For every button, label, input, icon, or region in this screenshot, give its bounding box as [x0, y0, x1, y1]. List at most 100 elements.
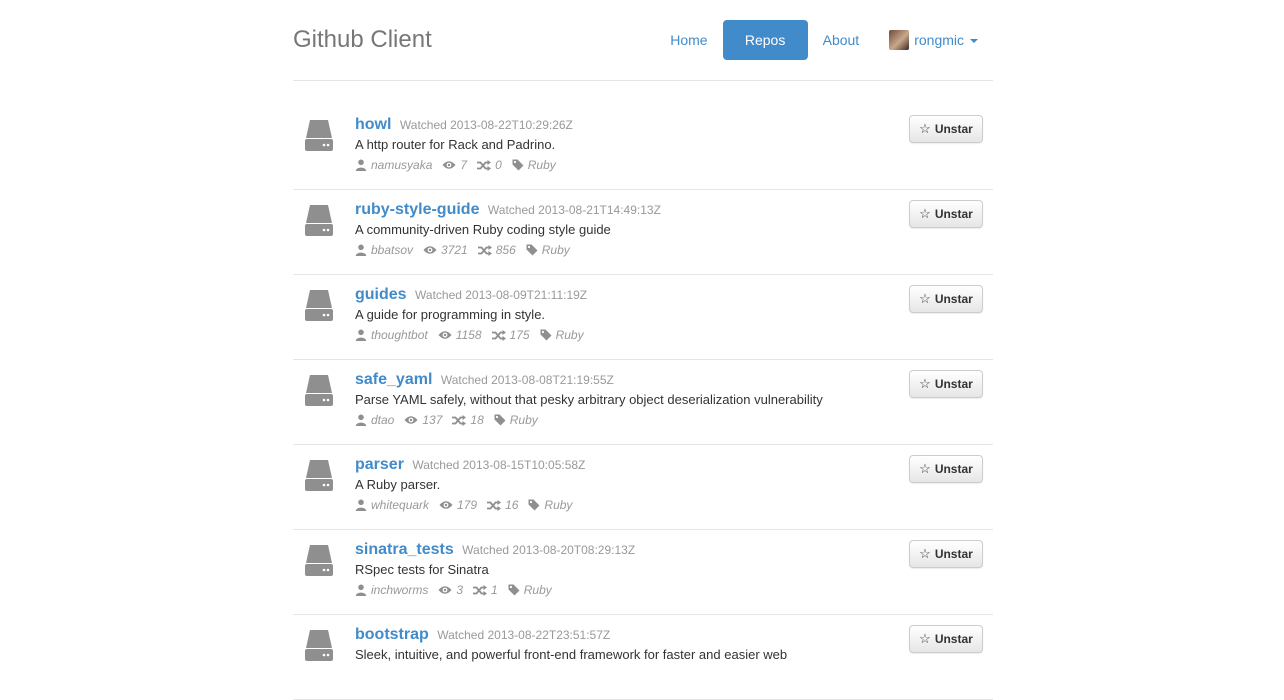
- repo-description: Parse YAML safely, without that pesky ar…: [355, 392, 823, 407]
- unstar-button[interactable]: ☆ Unstar: [909, 115, 983, 143]
- eye-icon: [438, 586, 452, 594]
- main-nav: Home Repos About rongmic: [655, 20, 993, 60]
- repo-owner[interactable]: inchworms: [371, 582, 428, 598]
- repo-title-line: parser Watched 2013-08-15T10:05:58Z: [355, 455, 885, 475]
- repo-language[interactable]: Ruby: [544, 497, 572, 513]
- repo-language[interactable]: Ruby: [556, 327, 584, 343]
- hdd-icon: [305, 290, 333, 321]
- forks-count: 0: [495, 158, 502, 172]
- repo-meta: bbatsov 3721 856 Ruby: [355, 242, 885, 258]
- owner-meta: dtao: [355, 412, 394, 428]
- repo-meta: namusyaka 7 0 Ruby: [355, 157, 885, 173]
- repo-owner[interactable]: bbatsov: [371, 242, 413, 258]
- eye-icon: [404, 416, 418, 424]
- repo-language[interactable]: Ruby: [510, 412, 538, 428]
- unstar-button[interactable]: ☆ Unstar: [909, 285, 983, 313]
- star-icon: ☆: [919, 121, 931, 136]
- caret-down-icon: [970, 39, 978, 43]
- language-meta: Ruby: [540, 327, 584, 343]
- star-icon: ☆: [919, 206, 931, 221]
- repo-owner[interactable]: whitequark: [371, 497, 429, 513]
- tag-icon: [526, 244, 538, 256]
- repo-language[interactable]: Ruby: [524, 582, 552, 598]
- unstar-label: Unstar: [934, 122, 973, 136]
- hdd-icon: [305, 120, 333, 151]
- repo-item: safe_yaml Watched 2013-08-08T21:19:55Z P…: [293, 360, 993, 445]
- language-meta: Ruby: [526, 242, 570, 258]
- star-icon: ☆: [919, 461, 931, 476]
- repo-name-link[interactable]: bootstrap: [355, 626, 429, 643]
- forks-count: 175: [509, 328, 530, 342]
- repo-owner[interactable]: dtao: [371, 412, 394, 428]
- repo-item: guides Watched 2013-08-09T21:11:19Z A gu…: [293, 275, 993, 360]
- shuffle-icon: [473, 584, 488, 596]
- repo-title-line: guides Watched 2013-08-09T21:11:19Z: [355, 285, 885, 305]
- unstar-label: Unstar: [934, 547, 973, 561]
- watchers-count: 137: [422, 413, 443, 427]
- watchers-meta: 137: [404, 412, 442, 428]
- repo-owner[interactable]: namusyaka: [371, 157, 432, 173]
- unstar-button[interactable]: ☆ Unstar: [909, 455, 983, 483]
- repo-title-line: ruby-style-guide Watched 2013-08-21T14:4…: [355, 200, 885, 220]
- repo-item: ruby-style-guide Watched 2013-08-21T14:4…: [293, 190, 993, 275]
- watchers-meta: 1158: [438, 327, 482, 343]
- shuffle-icon: [491, 329, 506, 341]
- user-name: rongmic: [914, 32, 964, 48]
- unstar-button[interactable]: ☆ Unstar: [909, 625, 983, 653]
- language-meta: Ruby: [512, 157, 556, 173]
- repo-meta: inchworms 3 1 Ruby: [355, 582, 885, 598]
- repo-body: guides Watched 2013-08-09T21:11:19Z A gu…: [355, 285, 885, 343]
- watched-timestamp: Watched 2013-08-08T21:19:55Z: [440, 373, 614, 387]
- page-container: Github Client Home Repos About rongmic h…: [293, 0, 993, 700]
- repo-language[interactable]: Ruby: [542, 242, 570, 258]
- repo-title-line: bootstrap Watched 2013-08-22T23:51:57Z: [355, 625, 885, 645]
- app-title[interactable]: Github Client: [293, 26, 432, 54]
- unstar-button[interactable]: ☆ Unstar: [909, 200, 983, 228]
- repo-name-link[interactable]: safe_yaml: [355, 371, 432, 388]
- watchers-meta: 3721: [423, 242, 468, 258]
- unstar-label: Unstar: [934, 207, 973, 221]
- user-icon: [355, 329, 367, 341]
- unstar-button[interactable]: ☆ Unstar: [909, 370, 983, 398]
- owner-meta: bbatsov: [355, 242, 413, 258]
- hdd-icon: [305, 205, 333, 236]
- forks-count: 16: [505, 498, 519, 512]
- star-icon: ☆: [919, 291, 931, 306]
- forks-meta: 1: [473, 582, 498, 598]
- repo-description: A guide for programming in style.: [355, 307, 546, 322]
- user-menu[interactable]: rongmic: [874, 20, 993, 60]
- user-icon: [355, 499, 367, 511]
- watched-timestamp: Watched 2013-08-09T21:11:19Z: [415, 288, 588, 302]
- repo-body: parser Watched 2013-08-15T10:05:58Z A Ru…: [355, 455, 885, 513]
- watchers-meta: 7: [442, 157, 467, 173]
- repo-meta: thoughtbot 1158 175 Ruby: [355, 327, 885, 343]
- repo-owner[interactable]: thoughtbot: [371, 327, 428, 343]
- nav-home[interactable]: Home: [655, 20, 722, 60]
- forks-count: 856: [495, 243, 516, 257]
- repo-body: howl Watched 2013-08-22T10:29:26Z A http…: [355, 115, 885, 173]
- hdd-icon: [305, 375, 333, 406]
- forks-count: 18: [470, 413, 484, 427]
- repo-name-link[interactable]: guides: [355, 286, 407, 303]
- star-icon: ☆: [919, 546, 931, 561]
- repo-name-link[interactable]: parser: [355, 456, 404, 473]
- watched-timestamp: Watched 2013-08-22T10:29:26Z: [399, 118, 573, 132]
- repo-item: howl Watched 2013-08-22T10:29:26Z A http…: [293, 105, 993, 190]
- language-meta: Ruby: [494, 412, 538, 428]
- nav-repos[interactable]: Repos: [722, 20, 808, 60]
- forks-meta: 16: [487, 497, 518, 513]
- shuffle-icon: [452, 414, 467, 426]
- hdd-icon: [305, 630, 333, 661]
- repo-item: parser Watched 2013-08-15T10:05:58Z A Ru…: [293, 445, 993, 530]
- nav-about[interactable]: About: [808, 20, 875, 60]
- repo-description: A community-driven Ruby coding style gui…: [355, 222, 611, 237]
- language-meta: Ruby: [528, 497, 572, 513]
- repo-name-link[interactable]: ruby-style-guide: [355, 201, 479, 218]
- repo-language[interactable]: Ruby: [528, 157, 556, 173]
- unstar-button[interactable]: ☆ Unstar: [909, 540, 983, 568]
- repo-body: ruby-style-guide Watched 2013-08-21T14:4…: [355, 200, 885, 258]
- tag-icon: [512, 159, 524, 171]
- repo-name-link[interactable]: howl: [355, 116, 391, 133]
- star-icon: ☆: [919, 631, 931, 646]
- repo-name-link[interactable]: sinatra_tests: [355, 541, 454, 558]
